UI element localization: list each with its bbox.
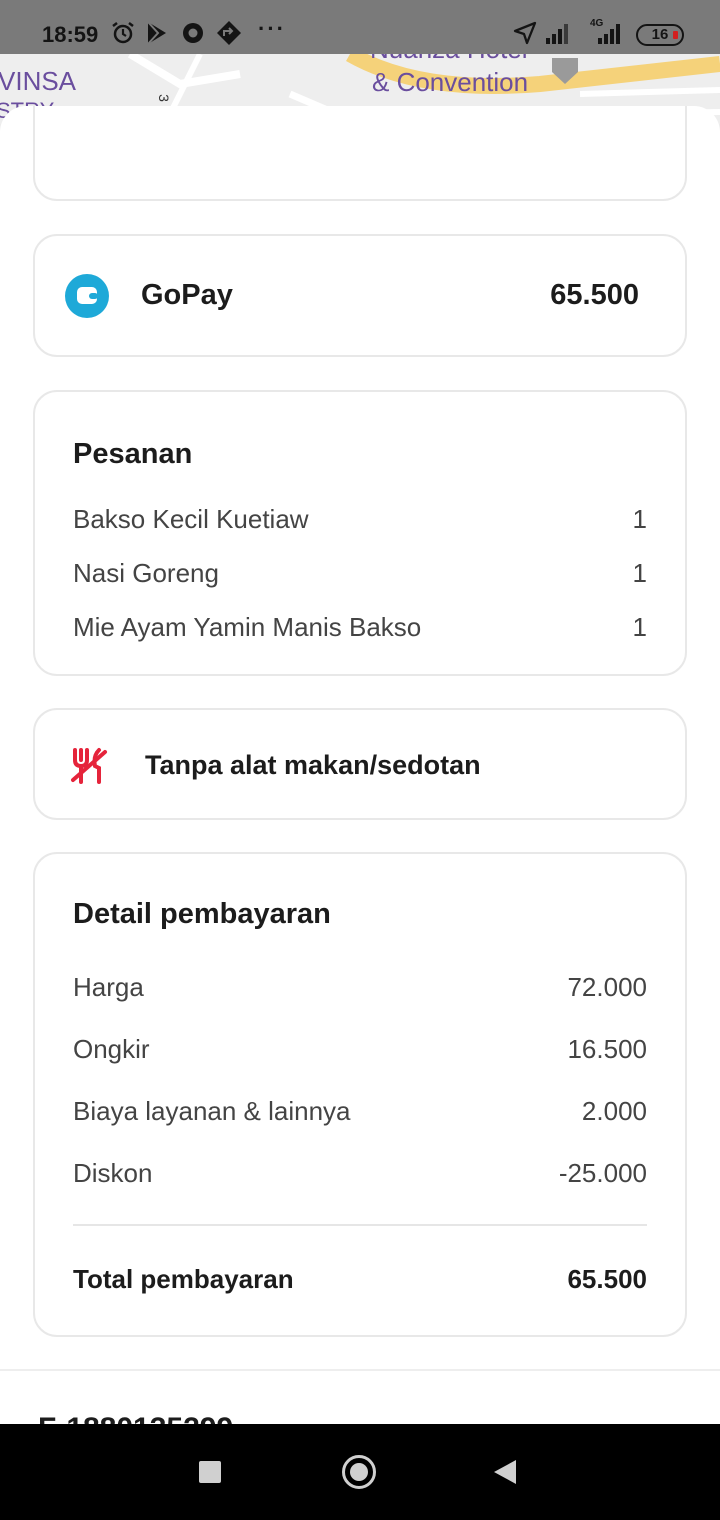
order-item-name: Nasi Goreng	[73, 558, 219, 588]
play-store-icon	[147, 21, 166, 45]
payment-method-label: GoPay	[141, 279, 233, 311]
signal-icon	[546, 24, 568, 44]
order-item-name: Bakso Kecil Kuetiaw	[73, 504, 309, 534]
order-item: Nasi Goreng 1	[73, 558, 647, 592]
navigation-bar	[0, 1424, 720, 1520]
status-bar: 18:59 ··· 4G 16	[0, 0, 720, 54]
payment-row-value: 72.000	[567, 972, 647, 1002]
payment-row: Diskon -25.000	[73, 1158, 647, 1192]
order-item-name: Mie Ayam Yamin Manis Bakso	[73, 612, 422, 642]
order-item-qty: 1	[632, 504, 647, 534]
payment-total-label: Total pembayaran	[73, 1264, 294, 1294]
order-item: Mie Ayam Yamin Manis Bakso 1	[73, 612, 647, 646]
battery-level: 16	[651, 26, 669, 43]
cutlery-option-card[interactable]: Tanpa alat makan/sedotan	[33, 708, 687, 820]
maps-app-icon	[217, 21, 241, 45]
payment-method-card[interactable]: GoPay 65.500	[33, 234, 687, 357]
payment-row: Biaya layanan & lainnya 2.000	[73, 1096, 647, 1130]
cutlery-option-label: Tanpa alat makan/sedotan	[145, 750, 481, 780]
map-label-hotel: Nuanza Hotel	[370, 54, 528, 65]
wallet-icon	[65, 274, 109, 318]
payment-divider	[73, 1224, 647, 1226]
order-item-qty: 1	[632, 558, 647, 588]
payment-detail-title: Detail pembayaran	[73, 898, 331, 930]
status-time: 18:59	[42, 22, 99, 47]
payment-detail-card: Detail pembayaran Harga 72.000 Ongkir 16…	[33, 852, 687, 1337]
location-arrow-icon	[513, 21, 537, 45]
payment-total-row: Total pembayaran 65.500	[73, 1264, 647, 1298]
payment-row-label: Biaya layanan & lainnya	[73, 1096, 351, 1126]
orders-title: Pesanan	[73, 438, 193, 470]
order-item-qty: 1	[632, 612, 647, 642]
order-detail-sheet: GoPay 65.500 Pesanan Bakso Kecil Kuetiaw…	[0, 106, 720, 1426]
back-button[interactable]	[494, 1460, 516, 1484]
payment-row-label: Ongkir	[73, 1034, 150, 1064]
signal-4g-icon	[598, 24, 620, 44]
address-card	[33, 106, 687, 201]
map-label-convention: & Convention	[372, 67, 529, 97]
app-circle-icon	[183, 23, 203, 43]
payment-row-label: Diskon	[73, 1158, 153, 1188]
section-divider	[0, 1369, 720, 1371]
map-road-number: 3	[155, 94, 172, 102]
battery-icon: 16	[636, 24, 684, 46]
payment-total-value: 65.500	[567, 1264, 647, 1294]
payment-row-value: -25.000	[558, 1158, 647, 1188]
orders-card: Pesanan Bakso Kecil Kuetiaw 1 Nasi Goren…	[33, 390, 687, 676]
payment-row: Ongkir 16.500	[73, 1034, 647, 1068]
payment-row-value: 2.000	[581, 1096, 647, 1126]
recents-button[interactable]	[199, 1461, 221, 1483]
home-button[interactable]	[342, 1455, 376, 1489]
payment-method-amount: 65.500	[550, 279, 639, 311]
order-item: Bakso Kecil Kuetiaw 1	[73, 504, 647, 538]
alarm-icon	[112, 22, 134, 44]
overflow-dots: ···	[258, 16, 286, 41]
payment-row-value: 16.500	[567, 1034, 647, 1064]
payment-row-label: Harga	[73, 972, 144, 1002]
map-label-left: VINSA	[0, 66, 77, 96]
no-cutlery-icon	[71, 748, 107, 784]
payment-row: Harga 72.000	[73, 972, 647, 1006]
